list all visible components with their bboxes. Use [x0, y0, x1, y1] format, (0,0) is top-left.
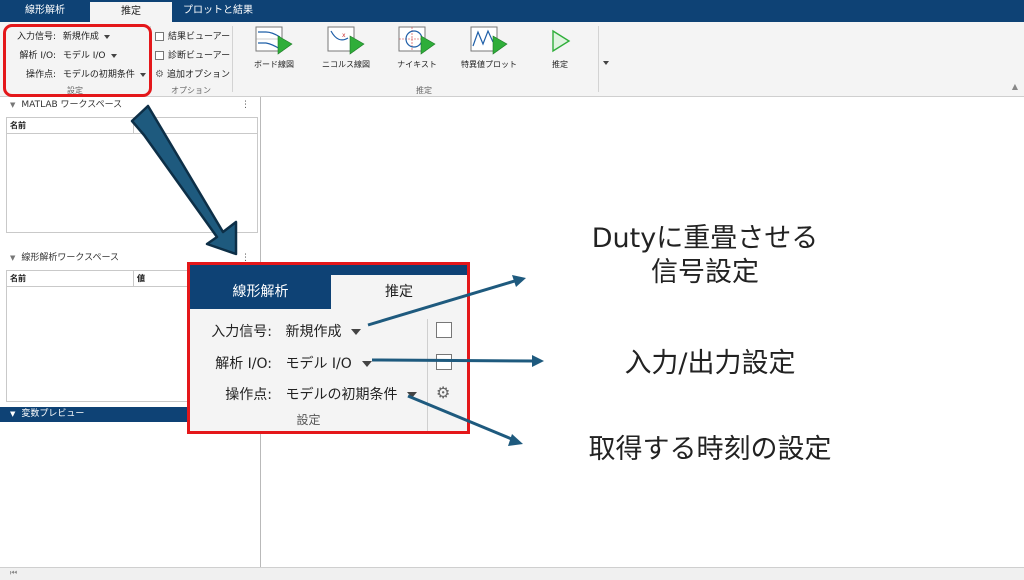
- arrowhead: [508, 434, 523, 446]
- highlight-box: [3, 24, 152, 97]
- zoom-tabbar: 線形解析 推定: [190, 265, 467, 309]
- checkbox-icon: [436, 322, 452, 338]
- tab-plots-results[interactable]: プロットと結果: [172, 0, 264, 22]
- chevron-down-icon: [351, 329, 362, 335]
- svg-text:x: x: [342, 32, 346, 39]
- nichols-plot-label: ニコルス線図: [322, 60, 370, 69]
- annotation-io-setting: 入力/出力設定: [624, 348, 796, 379]
- result-viewer-checkbox[interactable]: 結果ビューアー: [155, 29, 230, 42]
- estimate-run-label: 推定: [552, 60, 568, 69]
- nyquist-plot-icon: [397, 26, 437, 56]
- nichols-plot-button[interactable]: x ニコルス線図: [318, 26, 374, 70]
- more-options-icon[interactable]: ⋮: [241, 98, 250, 113]
- zoom-input-signal-value: 新規作成: [285, 324, 342, 340]
- singular-value-plot-button[interactable]: 特異値プロット: [456, 26, 522, 70]
- nyquist-plot-button[interactable]: ナイキスト: [394, 26, 440, 70]
- additional-options-label: 追加オプション: [166, 70, 230, 80]
- matlab-workspace-header[interactable]: ▼ MATLAB ワークスペース ⋮: [0, 98, 260, 113]
- options-section-label: オプション: [171, 86, 211, 95]
- annotation-signal-setting-line1: Dutyに重畳させる: [591, 223, 819, 254]
- toolstrip-ribbon: 入力信号: 新規作成 解析 I/O: モデル I/O 操作点: モデルの初期条件…: [0, 22, 1024, 97]
- zoom-input-signal: 入力信号: 新規作成: [200, 321, 362, 341]
- singular-value-plot-icon: [469, 26, 509, 56]
- gear-icon: ⚙: [155, 69, 164, 80]
- zoom-operating-point-value: モデルの初期条件: [285, 387, 398, 403]
- gear-icon: ⚙: [436, 383, 451, 402]
- collapse-triangle-icon: ▼: [10, 101, 16, 109]
- column-header-name[interactable]: 名前: [7, 271, 134, 287]
- ribbon-divider: [598, 26, 599, 92]
- zoom-divider: [427, 319, 428, 431]
- variable-preview-title: 変数プレビュー: [21, 409, 85, 419]
- annotation-signal-setting-line2: 信号設定: [651, 257, 759, 288]
- collapse-ribbon-icon[interactable]: ▲: [1012, 82, 1018, 91]
- run-icon: [540, 26, 580, 56]
- matlab-workspace-table[interactable]: 名前: [6, 117, 258, 233]
- status-bar: ⏮: [0, 567, 1024, 580]
- annotation-signal-setting: Dutyに重畳させる 信号設定: [565, 222, 845, 290]
- zoom-operating-point-label: 操作点:: [225, 387, 272, 403]
- tab-linear-analysis[interactable]: 線形解析: [0, 0, 90, 22]
- collapse-triangle-icon: ▼: [10, 410, 16, 418]
- diagnostic-viewer-label: 診断ビューアー: [168, 51, 231, 61]
- zoom-tab-estimate: 推定: [331, 275, 467, 309]
- bode-plot-icon: [254, 26, 294, 56]
- zoom-analysis-io: 解析 I/O: モデル I/O: [200, 353, 372, 373]
- zoom-analysis-io-value: モデル I/O: [285, 356, 352, 372]
- diagnostic-viewer-checkbox[interactable]: 診断ビューアー: [155, 48, 230, 61]
- zoom-ribbon: 入力信号: 新規作成 解析 I/O: モデル I/O 操作点: モデルの初期条件…: [190, 309, 467, 431]
- checkbox-icon: [155, 32, 164, 41]
- singular-value-plot-label: 特異値プロット: [461, 60, 517, 69]
- linear-workspace-title: 線形解析ワークスペース: [21, 253, 120, 263]
- first-page-icon[interactable]: ⏮: [10, 568, 17, 578]
- arrowhead: [512, 275, 526, 287]
- arrowhead: [532, 355, 544, 367]
- zoom-input-signal-label: 入力信号:: [211, 324, 272, 340]
- tab-estimate[interactable]: 推定: [90, 2, 172, 22]
- ribbon-divider: [232, 26, 233, 92]
- additional-options-button[interactable]: ⚙ 追加オプション: [155, 67, 230, 80]
- zoom-operating-point: 操作点: モデルの初期条件: [200, 384, 418, 404]
- zoom-callout: 線形解析 推定 入力信号: 新規作成 解析 I/O: モデル I/O 操作点: …: [187, 262, 470, 434]
- zoom-settings-section-label: 設定: [296, 413, 321, 427]
- checkbox-icon: [155, 51, 164, 60]
- bode-plot-button[interactable]: ボード線図: [248, 26, 300, 70]
- column-header-name[interactable]: 名前: [7, 118, 134, 134]
- chevron-down-icon: [361, 361, 372, 367]
- zoom-tab-linear-analysis: 線形解析: [232, 284, 289, 300]
- nichols-plot-icon: x: [326, 26, 366, 56]
- chevron-down-icon: [603, 60, 609, 65]
- zoom-analysis-io-label: 解析 I/O:: [215, 356, 272, 372]
- chevron-down-icon: [407, 392, 418, 398]
- annotation-time-setting: 取得する時刻の設定: [588, 434, 832, 465]
- bode-plot-label: ボード線図: [254, 60, 294, 69]
- column-header-blank[interactable]: [134, 118, 257, 134]
- nyquist-plot-label: ナイキスト: [397, 60, 437, 69]
- result-viewer-label: 結果ビューアー: [168, 32, 231, 42]
- estimate-section-label: 推定: [416, 86, 432, 95]
- toolstrip-tabbar: 線形解析 推定 プロットと結果: [0, 0, 1024, 22]
- matlab-workspace-title: MATLAB ワークスペース: [21, 100, 123, 110]
- estimate-run-button[interactable]: 推定: [540, 26, 580, 70]
- collapse-triangle-icon: ▼: [10, 254, 16, 262]
- checkbox-icon: [436, 354, 452, 370]
- ribbon-expand-button[interactable]: [603, 52, 609, 71]
